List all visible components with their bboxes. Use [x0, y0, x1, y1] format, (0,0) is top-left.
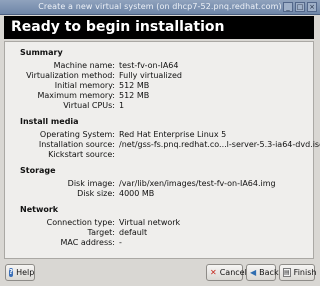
finish-button-label: Finish — [293, 268, 317, 277]
page-title: Ready to begin installation — [4, 16, 314, 39]
summary-row: Virtualization method: Fully virtualized — [5, 71, 313, 81]
row-label: MAC address: — [60, 238, 116, 247]
row-label: Disk size: — [77, 189, 115, 198]
row-value: 512 MB — [119, 91, 150, 100]
maximize-button[interactable]: □ — [295, 2, 305, 12]
back-button-label: Back — [259, 268, 279, 277]
storage-row: Disk image: /var/lib/xen/images/test-fv-… — [5, 179, 313, 189]
network-row: MAC address: - — [5, 238, 313, 248]
storage-row: Disk size: 4000 MB — [5, 189, 313, 199]
install-media-row: Kickstart source: — [5, 150, 313, 160]
help-button[interactable]: ? Help — [5, 264, 35, 281]
row-value: /var/lib/xen/images/test-fv-on-IA64.img — [119, 179, 276, 188]
close-window-button[interactable]: × — [307, 2, 317, 12]
row-label: Connection type: — [46, 218, 115, 227]
section-heading-install-media: Install media — [20, 117, 79, 126]
row-value: - — [119, 238, 122, 247]
window-titlebar[interactable]: Create a new virtual system (on dhcp7-52… — [0, 0, 320, 15]
row-value: /net/gss-fs.pnq.redhat.co...l-server-5.3… — [119, 140, 320, 149]
section-heading-storage: Storage — [20, 166, 56, 175]
back-button[interactable]: ◀ Back — [246, 264, 279, 281]
install-media-row: Installation source: /net/gss-fs.pnq.red… — [5, 140, 320, 150]
row-value: Fully virtualized — [119, 71, 182, 80]
row-label: Target: — [87, 228, 115, 237]
window-title: Create a new virtual system (on dhcp7-52… — [38, 2, 282, 11]
section-heading-network: Network — [20, 205, 59, 214]
finish-button[interactable]: ▤ Finish — [279, 264, 317, 281]
finish-icon: ▤ — [283, 268, 291, 277]
row-value: 4000 MB — [119, 189, 155, 198]
help-icon: ? — [9, 268, 14, 277]
row-label: Installation source: — [38, 140, 115, 149]
install-media-row: Operating System: Red Hat Enterprise Lin… — [5, 130, 313, 140]
button-bar: ? Help ✕ Cancel ◀ Back ▤ Finish — [0, 264, 320, 286]
row-label: Kickstart source: — [48, 150, 115, 159]
row-value: Virtual network — [119, 218, 181, 227]
row-label: Machine name: — [53, 61, 115, 70]
row-value: 1 — [119, 101, 125, 110]
summary-row: Maximum memory: 512 MB — [5, 91, 313, 101]
row-value: test-fv-on-IA64 — [119, 61, 179, 70]
row-value: default — [119, 228, 148, 237]
summary-row: Virtual CPUs: 1 — [5, 101, 313, 111]
summary-panel: Summary Machine name: test-fv-on-IA64 Vi… — [4, 41, 320, 259]
network-row: Connection type: Virtual network — [5, 218, 313, 228]
row-value: 512 MB — [119, 81, 150, 90]
cancel-icon: ✕ — [210, 268, 217, 277]
summary-row: Machine name: test-fv-on-IA64 — [5, 61, 313, 71]
row-label: Disk image: — [67, 179, 115, 188]
minimize-button[interactable]: _ — [283, 2, 293, 12]
section-heading-summary: Summary — [20, 48, 63, 57]
network-row: Target: default — [5, 228, 313, 238]
help-button-label: Help — [16, 268, 35, 277]
window-controls: _ □ × — [283, 2, 317, 12]
summary-row: Initial memory: 512 MB — [5, 81, 313, 91]
cancel-button[interactable]: ✕ Cancel — [206, 264, 247, 281]
row-label: Virtualization method: — [26, 71, 115, 80]
row-label: Maximum memory: — [37, 91, 116, 100]
back-arrow-icon: ◀ — [250, 268, 257, 277]
row-value: Red Hat Enterprise Linux 5 — [119, 130, 227, 139]
row-label: Operating System: — [39, 130, 115, 139]
row-label: Initial memory: — [54, 81, 115, 90]
cancel-button-label: Cancel — [219, 268, 247, 277]
row-label: Virtual CPUs: — [63, 101, 115, 110]
